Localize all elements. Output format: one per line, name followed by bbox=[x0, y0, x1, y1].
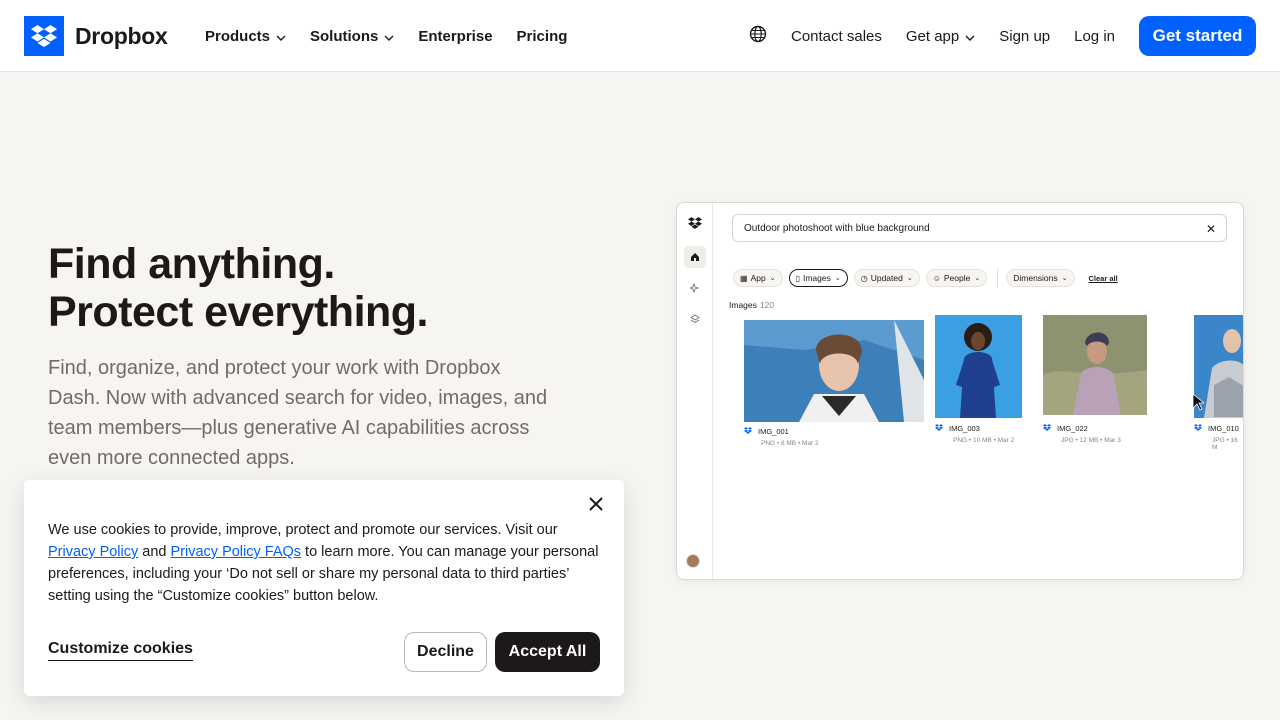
dropbox-logo[interactable]: Dropbox bbox=[24, 16, 168, 56]
nav-products-label: Products bbox=[205, 27, 271, 45]
images-count: 120 bbox=[759, 300, 775, 310]
filter-dimensions: Dimensions ⌄ bbox=[1006, 269, 1075, 287]
globe-icon[interactable] bbox=[749, 25, 767, 48]
filter-images-label: Images bbox=[802, 273, 831, 283]
filter-app-label: App bbox=[750, 273, 766, 283]
dropbox-logo-icon bbox=[1194, 424, 1202, 433]
filter-people-label: People bbox=[943, 273, 971, 283]
dropbox-logo-icon bbox=[24, 16, 64, 56]
mockup-search-field: Outdoor photoshoot with blue background … bbox=[732, 214, 1227, 242]
nav-solutions[interactable]: Solutions bbox=[310, 28, 394, 45]
hero-title-line2: Protect everything. bbox=[48, 288, 429, 336]
dash-product-mockup: Outdoor photoshoot with blue background … bbox=[676, 202, 1244, 580]
file-icon: ▯ bbox=[795, 273, 800, 283]
secondary-nav: Contact sales Get app Sign up Log in Get… bbox=[749, 0, 1256, 72]
filter-app: ▦ App ⌄ bbox=[733, 269, 783, 287]
image-caption: IMG_010 bbox=[1194, 424, 1239, 433]
hero-subtitle: Find, organize, and protect your work wi… bbox=[48, 357, 548, 469]
image-thumbnail bbox=[1043, 315, 1147, 415]
chevron-down-icon bbox=[384, 28, 394, 45]
chevron-down-icon: ⌄ bbox=[974, 275, 981, 282]
cookie-text-and: and bbox=[138, 544, 171, 560]
clock-icon: ◷ bbox=[860, 273, 868, 283]
filter-updated: ◷ Updated ⌄ bbox=[853, 269, 920, 287]
nav-products[interactable]: Products bbox=[205, 28, 286, 45]
filter-images: ▯ Images ⌄ bbox=[788, 269, 848, 287]
close-icon: ✕ bbox=[1205, 222, 1216, 236]
nav-pricing[interactable]: Pricing bbox=[517, 28, 568, 45]
log-in-link[interactable]: Log in bbox=[1074, 28, 1115, 45]
mockup-sidebar bbox=[677, 203, 713, 579]
top-navigation: Dropbox Products Solutions Enterprise Pr… bbox=[0, 0, 1280, 72]
image-caption: IMG_003 bbox=[935, 424, 980, 433]
privacy-faqs-link[interactable]: Privacy Policy FAQs bbox=[171, 544, 302, 560]
avatar bbox=[686, 554, 700, 568]
cookie-message: We use cookies to provide, improve, prot… bbox=[48, 519, 608, 607]
chevron-down-icon bbox=[965, 28, 975, 45]
cookie-text-before: We use cookies to provide, improve, prot… bbox=[48, 522, 558, 538]
clear-all-link: Clear all bbox=[1088, 273, 1118, 283]
dropbox-logo-icon bbox=[744, 427, 752, 436]
image-meta: JPG • 16 M bbox=[1212, 437, 1238, 451]
image-name: IMG_010 bbox=[1208, 424, 1239, 433]
images-section-label: Images 120 bbox=[729, 300, 774, 310]
contact-sales-link[interactable]: Contact sales bbox=[791, 28, 882, 45]
chevron-down-icon: ⌄ bbox=[769, 275, 776, 282]
privacy-policy-link[interactable]: Privacy Policy bbox=[48, 544, 138, 560]
image-name: IMG_003 bbox=[949, 424, 980, 433]
layers-icon bbox=[686, 310, 704, 328]
image-meta: PNG • 10 MB • Mar 2 bbox=[953, 437, 1015, 444]
chevron-down-icon: ⌄ bbox=[1061, 275, 1068, 282]
sparkle-icon bbox=[686, 279, 704, 297]
image-meta: PNG • 8 MB • Mar 2 bbox=[761, 440, 819, 447]
sign-up-link[interactable]: Sign up bbox=[999, 28, 1050, 45]
primary-nav: Products Solutions Enterprise Pricing bbox=[205, 0, 591, 72]
image-caption: IMG_001 bbox=[744, 427, 789, 436]
grid-icon: ▦ bbox=[740, 273, 748, 283]
chevron-down-icon: ⌄ bbox=[834, 275, 841, 282]
images-label: Images bbox=[729, 300, 757, 310]
hero-title-line1: Find anything. bbox=[48, 240, 335, 288]
image-caption: IMG_022 bbox=[1043, 424, 1088, 433]
image-thumbnail bbox=[744, 320, 924, 422]
chevron-down-icon: ⌄ bbox=[906, 275, 913, 282]
customize-cookies-button[interactable]: Customize cookies bbox=[48, 640, 193, 661]
image-name: IMG_001 bbox=[758, 427, 789, 436]
image-meta: JPG • 12 MB • Mar 3 bbox=[1061, 437, 1121, 444]
brand-name: Dropbox bbox=[75, 22, 168, 49]
cookie-banner: We use cookies to provide, improve, prot… bbox=[24, 480, 624, 696]
nav-enterprise[interactable]: Enterprise bbox=[418, 28, 492, 45]
image-thumbnail bbox=[935, 315, 1022, 418]
home-icon bbox=[686, 248, 704, 266]
people-icon: ☺ bbox=[932, 273, 941, 283]
hero-title: Find anything. Protect everything. bbox=[48, 240, 429, 336]
close-icon[interactable] bbox=[588, 496, 604, 512]
dropbox-logo-icon bbox=[686, 214, 704, 232]
search-query-text: Outdoor photoshoot with blue background bbox=[744, 223, 930, 234]
image-name: IMG_022 bbox=[1057, 424, 1088, 433]
chevron-down-icon bbox=[276, 28, 286, 45]
filter-updated-label: Updated bbox=[870, 273, 903, 283]
dropbox-logo-icon bbox=[1043, 424, 1051, 433]
dropbox-logo-icon bbox=[935, 424, 943, 433]
cursor-icon bbox=[1192, 393, 1206, 416]
filter-people: ☺ People ⌄ bbox=[925, 269, 988, 287]
decline-button[interactable]: Decline bbox=[404, 632, 487, 672]
mockup-filters: ▦ App ⌄ ▯ Images ⌄ ◷ Updated ⌄ ☺ People ⌄ Dimens… bbox=[733, 269, 1118, 287]
filter-dimensions-label: Dimensions bbox=[1013, 273, 1058, 283]
nav-solutions-label: Solutions bbox=[310, 27, 379, 45]
accept-all-button[interactable]: Accept All bbox=[495, 632, 600, 672]
filter-divider bbox=[997, 269, 999, 287]
get-app-label: Get app bbox=[905, 27, 960, 45]
get-started-button[interactable]: Get started bbox=[1139, 16, 1256, 56]
get-app-menu[interactable]: Get app bbox=[906, 28, 975, 45]
